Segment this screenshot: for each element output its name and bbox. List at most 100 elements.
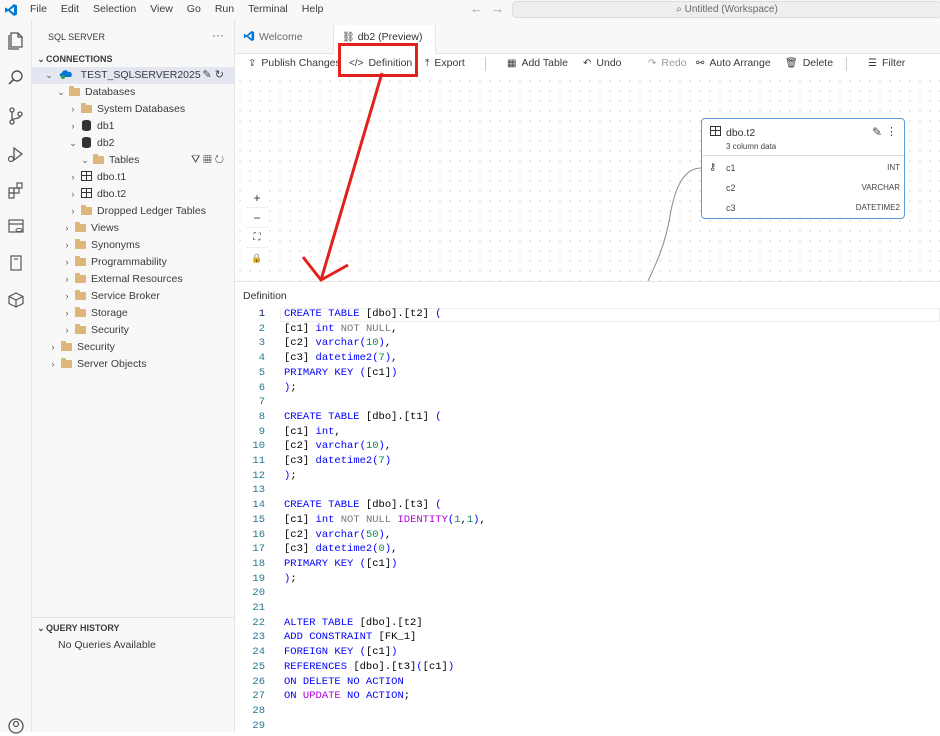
code-line[interactable]: [c3] datetime2(7),: [284, 352, 397, 364]
menu-go[interactable]: Go: [187, 3, 201, 15]
tree-storage[interactable]: › Storage: [32, 305, 234, 322]
tree-tables[interactable]: ⌄ Tables ⛛ ▦ ↻: [32, 152, 234, 169]
tree-table-t2[interactable]: › dbo.t2: [32, 186, 234, 203]
code-line[interactable]: [c3] datetime2(7): [284, 455, 391, 467]
filter-icon[interactable]: ⛛: [191, 154, 200, 166]
code-line[interactable]: );: [284, 470, 297, 482]
sql-server-icon[interactable]: [6, 216, 26, 236]
code-line[interactable]: PRIMARY KEY ([c1]): [284, 367, 397, 379]
line-number: 27: [252, 690, 265, 703]
menu-file[interactable]: File: [30, 3, 47, 15]
zoom-out-icon[interactable]: −: [246, 208, 268, 228]
code-line[interactable]: );: [284, 573, 297, 585]
extensions-icon[interactable]: [6, 180, 26, 200]
nav-arrows: ← →: [470, 1, 512, 16]
tree-table-t1[interactable]: › dbo.t1: [32, 169, 234, 186]
column-row[interactable]: c2 VARCHAR: [702, 179, 904, 199]
redo-button[interactable]: ↷ Redo: [648, 57, 687, 69]
notebook-icon[interactable]: [6, 253, 26, 273]
line-number: 21: [252, 602, 265, 614]
tree-service-broker[interactable]: › Service Broker: [32, 288, 234, 305]
tree-server-objects[interactable]: › Server Objects: [32, 356, 234, 373]
title-bar: File Edit Selection View Go Run Terminal…: [0, 0, 940, 20]
tree-views[interactable]: › Views: [32, 220, 234, 237]
search-icon[interactable]: [6, 68, 26, 88]
back-arrow-icon[interactable]: ←: [470, 1, 483, 16]
zoom-in-icon[interactable]: +: [246, 188, 268, 208]
forward-arrow-icon[interactable]: →: [491, 1, 504, 16]
tree-db2[interactable]: ⌄ db2: [32, 135, 234, 152]
lock-icon[interactable]: 🔒: [246, 248, 268, 268]
tree-external-resources[interactable]: › External Resources: [32, 271, 234, 288]
line-number: 4: [258, 352, 265, 365]
code-line[interactable]: [c2] varchar(10),: [284, 440, 391, 452]
query-history-header[interactable]: ⌄QUERY HISTORY: [36, 623, 119, 634]
menu-terminal[interactable]: Terminal: [248, 3, 288, 15]
code-line[interactable]: ON DELETE NO ACTION: [284, 676, 404, 688]
code-line[interactable]: [c2] varchar(50),: [284, 529, 391, 541]
run-debug-icon[interactable]: [6, 144, 26, 164]
export-button[interactable]: ⤒ Export: [425, 57, 465, 69]
add-table-button[interactable]: ▦ Add Table: [507, 57, 568, 69]
refresh-icon[interactable]: ↻: [215, 69, 224, 81]
tree-server[interactable]: ⌄ TEST_SQLSERVER2025 ✎ ↻: [32, 67, 234, 84]
command-center-search[interactable]: ⌕ Untitled (Workspace): [512, 1, 940, 18]
code-line[interactable]: [c1] int NOT NULL,: [284, 323, 397, 335]
more-vertical-icon[interactable]: ⋮: [886, 125, 897, 138]
column-row[interactable]: ⚷ c1 INT: [702, 159, 904, 179]
menu-view[interactable]: View: [150, 3, 173, 15]
code-line[interactable]: [c1] int NOT NULL IDENTITY(1,1),: [284, 514, 486, 526]
code-line[interactable]: REFERENCES [dbo].[t3]([c1]): [284, 661, 454, 673]
explorer-icon[interactable]: [6, 30, 26, 50]
code-line[interactable]: [c3] datetime2(0),: [284, 543, 397, 555]
menu-selection[interactable]: Selection: [93, 3, 136, 15]
chevron-right-icon: ›: [65, 274, 69, 284]
code-line[interactable]: ON UPDATE NO ACTION;: [284, 690, 410, 702]
undo-icon: ↶: [583, 58, 592, 69]
code-line[interactable]: CREATE TABLE [dbo].[t3] (: [284, 499, 442, 511]
tree-databases[interactable]: ⌄ Databases: [32, 84, 234, 101]
code-line[interactable]: CREATE TABLE [dbo].[t1] (: [284, 411, 442, 423]
packages-icon[interactable]: [6, 290, 26, 310]
refresh-icon[interactable]: ↻: [215, 154, 224, 166]
line-number: 29: [252, 719, 265, 732]
vscode-logo-icon: [5, 4, 17, 16]
source-control-icon[interactable]: [6, 106, 26, 126]
tree-security[interactable]: › Security: [32, 339, 234, 356]
more-actions-icon[interactable]: ···: [212, 28, 224, 42]
menu-run[interactable]: Run: [215, 3, 234, 15]
tree-synonyms[interactable]: › Synonyms: [32, 237, 234, 254]
table-designer-icon[interactable]: ▦: [203, 154, 211, 166]
code-line[interactable]: );: [284, 382, 297, 394]
tree-system-databases[interactable]: › System Databases: [32, 101, 234, 118]
fit-view-icon[interactable]: ⛶: [246, 228, 268, 248]
tree-programmability[interactable]: › Programmability: [32, 254, 234, 271]
code-line[interactable]: CREATE TABLE [dbo].[t2] (: [284, 308, 442, 320]
vscode-logo-icon: [243, 30, 255, 42]
edit-icon[interactable]: ✎: [203, 69, 212, 81]
tree-dropped-ledger-tables[interactable]: › Dropped Ledger Tables: [32, 203, 234, 220]
code-line[interactable]: PRIMARY KEY ([c1]): [284, 558, 397, 570]
code-line[interactable]: [c1] int,: [284, 426, 341, 438]
column-row[interactable]: c3 DATETIME2: [702, 199, 904, 219]
edit-icon[interactable]: ✎: [872, 125, 882, 139]
menu-edit[interactable]: Edit: [61, 3, 79, 15]
code-line[interactable]: ALTER TABLE [dbo].[t2]: [284, 617, 423, 629]
code-line[interactable]: FOREIGN KEY ([c1]): [284, 646, 397, 658]
filter-button[interactable]: ☰ Filter: [868, 57, 905, 69]
publish-changes-button[interactable]: ⇪ Publish Changes: [248, 57, 341, 69]
code-line[interactable]: ADD CONSTRAINT [FK_1]: [284, 631, 416, 643]
code-line[interactable]: [c2] varchar(10),: [284, 337, 391, 349]
account-icon[interactable]: [6, 716, 26, 736]
chevron-down-icon: ⌄: [45, 70, 53, 80]
delete-button[interactable]: 🗑 Delete: [785, 57, 833, 69]
divider: [32, 617, 234, 618]
connections-header[interactable]: ⌄CONNECTIONS: [36, 54, 112, 65]
auto-arrange-button[interactable]: ⚯ Auto Arrange: [696, 57, 771, 69]
table-node-t2[interactable]: dbo.t2 3 column data ✎ ⋮ ⚷ c1 INT c2 VAR…: [701, 118, 905, 219]
menu-help[interactable]: Help: [302, 3, 324, 15]
undo-button[interactable]: ↶ Undo: [583, 57, 622, 69]
tree-db1[interactable]: › db1: [32, 118, 234, 135]
tab-welcome[interactable]: Welcome: [235, 25, 333, 54]
tree-db-security[interactable]: › Security: [32, 322, 234, 339]
